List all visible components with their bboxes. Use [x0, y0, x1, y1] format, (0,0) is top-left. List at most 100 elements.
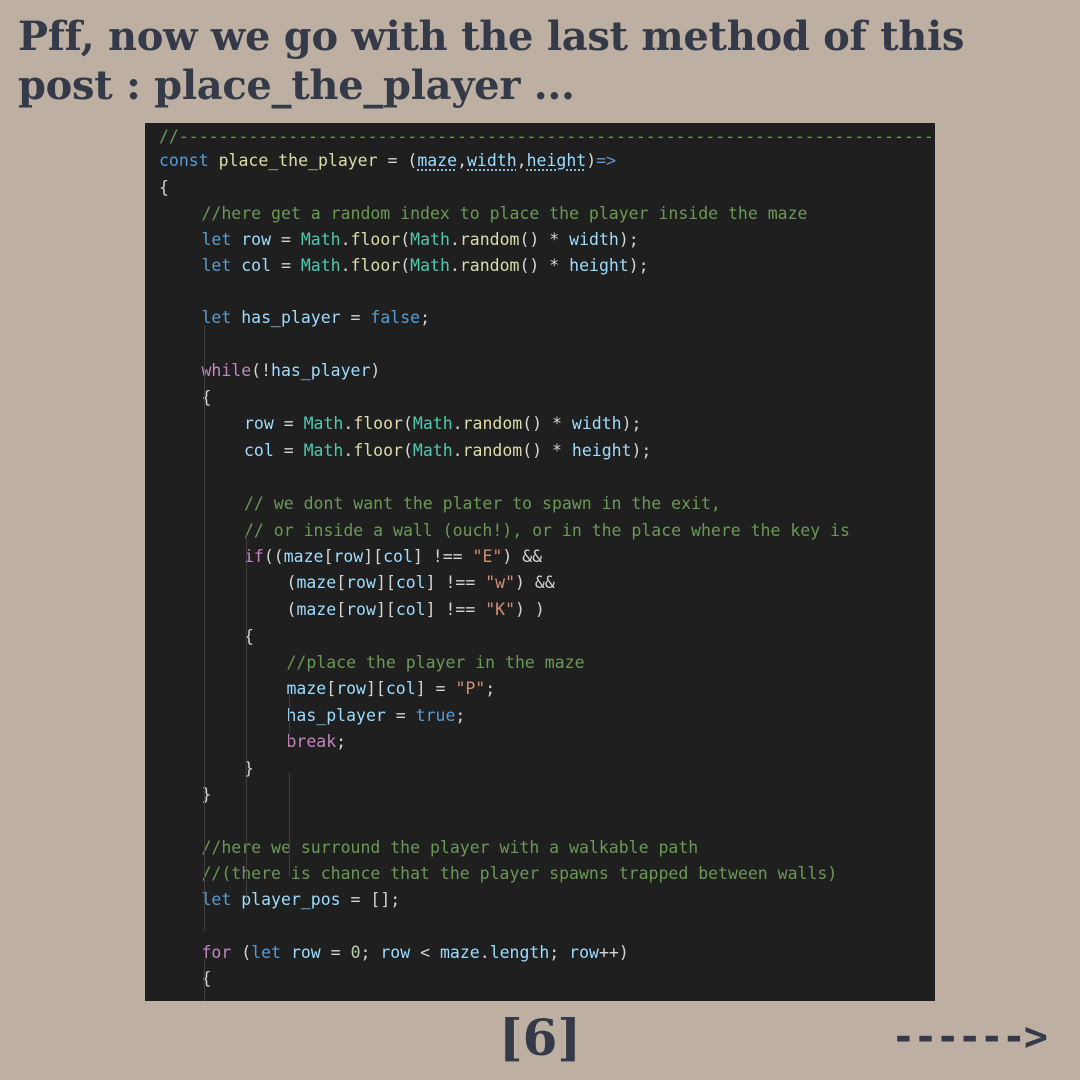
- code-token: maze: [296, 573, 337, 592]
- code-token: width: [467, 151, 517, 170]
- code-token: random: [462, 441, 523, 460]
- code-token: () *: [519, 230, 570, 249]
- code-token: ;: [336, 732, 347, 751]
- code-token: break: [286, 732, 337, 751]
- code-token: height: [571, 441, 632, 460]
- code-token: col: [395, 573, 426, 592]
- code-token: maze: [283, 547, 324, 566]
- code-token: = (: [377, 151, 418, 170]
- code-token: let: [201, 890, 232, 909]
- code-token: col: [395, 600, 426, 619]
- code-token: has_player: [241, 308, 341, 327]
- code-line: }: [202, 782, 212, 808]
- code-token: row: [569, 943, 599, 962]
- code-token: col: [383, 547, 413, 566]
- code-token: ] !==: [425, 573, 486, 592]
- code-token: .: [452, 441, 463, 460]
- code-line: {: [202, 966, 212, 992]
- code-token: col: [385, 679, 416, 698]
- code-token: height: [569, 256, 629, 275]
- next-page-arrow[interactable]: ------>: [891, 1012, 1048, 1062]
- code-token: row: [336, 679, 366, 698]
- code-line: //here we surround the player with a wal…: [202, 835, 699, 861]
- code-token: ) &&: [515, 573, 555, 592]
- code-line: let has_player = false;: [202, 305, 431, 331]
- code-token: =: [273, 414, 304, 433]
- code-token: let: [201, 230, 232, 249]
- code-token: ,: [457, 151, 467, 170]
- code-token: {: [201, 969, 212, 988]
- code-token: );: [628, 256, 649, 275]
- code-token: .: [340, 230, 351, 249]
- code-token: place_the_player: [218, 151, 378, 170]
- code-token: "E": [472, 547, 503, 566]
- code-token: random: [462, 414, 523, 433]
- code-token: Math: [303, 441, 344, 460]
- code-token: .: [479, 943, 490, 962]
- indent-guide: [204, 959, 205, 1001]
- code-token: ] !==: [412, 547, 473, 566]
- code-token: .: [340, 256, 351, 275]
- code-token: ): [586, 151, 597, 170]
- code-token: (!: [251, 361, 272, 380]
- code-token: );: [621, 414, 642, 433]
- code-token: ] !==: [425, 600, 486, 619]
- code-token: {: [159, 178, 169, 197]
- code-token: ][: [363, 547, 384, 566]
- code-token: (: [286, 573, 297, 592]
- code-line: col = Math.floor(Math.random() * height)…: [244, 438, 651, 464]
- code-token: () *: [519, 256, 570, 275]
- code-token: ;: [420, 308, 431, 327]
- code-token: Math: [412, 414, 453, 433]
- code-token: =: [320, 943, 351, 962]
- code-line: (maze[row][col] !== "w") &&: [287, 570, 555, 596]
- code-token: random: [459, 256, 520, 275]
- code-token: "P": [455, 679, 486, 698]
- code-token: ][: [375, 573, 396, 592]
- code-token: <: [410, 943, 440, 962]
- code-line: maze[row][col] = "P";: [287, 676, 496, 702]
- code-token: // we dont want the plater to spawn in t…: [244, 494, 721, 513]
- post-heading: Pff, now we go with the last method of t…: [18, 13, 965, 109]
- code-token: while: [201, 361, 252, 380]
- code-token: height: [526, 151, 587, 170]
- code-token: (: [286, 600, 297, 619]
- code-line: //--------------------------------------…: [159, 124, 935, 150]
- code-token: floor: [350, 230, 401, 249]
- code-line: row = Math.floor(Math.random() * width);: [244, 411, 641, 437]
- code-token: const: [159, 151, 209, 170]
- code-token: Math: [303, 414, 344, 433]
- code-token: (: [400, 230, 411, 249]
- code-token: 0: [350, 943, 361, 962]
- code-token: =: [271, 256, 301, 275]
- code-token: ;: [360, 943, 381, 962]
- code-line: break;: [287, 729, 347, 755]
- code-line: let col = Math.floor(Math.random() * hei…: [202, 253, 649, 279]
- code-token: floor: [353, 414, 403, 433]
- code-token: let: [201, 308, 232, 327]
- code-token: has_player: [286, 706, 386, 725]
- code-token: ] =: [415, 679, 456, 698]
- code-token: row: [290, 943, 321, 962]
- code-token: ): [370, 361, 381, 380]
- code-line: const place_the_player = (maze,width,hei…: [159, 148, 616, 174]
- code-token: =: [340, 308, 371, 327]
- code-token: "K": [485, 600, 516, 619]
- code-token: (: [231, 943, 252, 962]
- code-line: (maze[row][col] !== "K") ): [287, 597, 545, 623]
- code-token: () *: [522, 414, 572, 433]
- code-token: maze: [417, 151, 458, 170]
- code-token: false: [370, 308, 421, 327]
- code-token: [];: [370, 890, 401, 909]
- code-token: ;: [549, 943, 570, 962]
- code-token: let: [251, 943, 281, 962]
- code-token: [: [336, 600, 347, 619]
- code-token: .: [449, 256, 460, 275]
- code-token: =: [271, 230, 301, 249]
- code-token: =: [340, 890, 371, 909]
- code-token: [: [323, 547, 334, 566]
